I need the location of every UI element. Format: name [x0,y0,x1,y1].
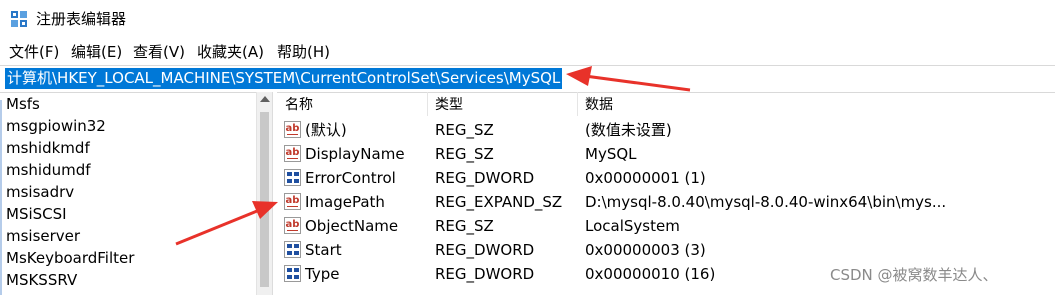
tree-item[interactable]: msgpiowin32 [6,116,106,136]
address-bar[interactable]: 计算机\HKEY_LOCAL_MACHINE\SYSTEM\CurrentCon… [0,65,1055,93]
tree-item[interactable]: mshidumdf [6,160,91,180]
tree-item[interactable]: MSKSSRV [6,270,77,290]
value-name: Type [305,265,340,283]
tree-item[interactable]: msisadrv [6,182,74,202]
value-row[interactable]: Start REG_DWORD 0x00000003 (3) [277,238,1055,262]
value-data: 0x00000003 (3) [585,241,706,259]
tree-item[interactable]: MSiSCSI [6,204,67,224]
scroll-up-arrow-icon[interactable] [260,96,270,102]
menu-bar: 文件(F) 编辑(E) 查看(V) 收藏夹(A) 帮助(H) [0,40,1055,64]
string-value-icon: ab [284,145,301,162]
value-name: ErrorControl [305,169,396,187]
column-divider[interactable] [577,92,578,116]
value-name: Start [305,241,342,259]
tree-item[interactable]: mshidkmdf [6,138,90,158]
column-divider[interactable] [427,92,428,116]
value-row[interactable]: ErrorControl REG_DWORD 0x00000001 (1) [277,166,1055,190]
value-row[interactable]: ab DisplayName REG_SZ MySQL [277,142,1055,166]
value-name: ImagePath [305,193,385,211]
tree-item[interactable]: msiserver [6,226,80,246]
column-header-name[interactable]: 名称 [285,95,313,115]
key-tree[interactable]: Msfs msgpiowin32 mshidkmdf mshidumdf msi… [0,92,258,295]
binary-value-icon [284,241,301,258]
value-row[interactable]: ab ObjectName REG_SZ LocalSystem [277,214,1055,238]
tree-item[interactable]: MsKeyboardFilter [6,248,134,268]
value-name: ObjectName [305,217,399,235]
column-header-type[interactable]: 类型 [435,95,463,115]
menu-help[interactable]: 帮助(H) [277,42,330,62]
menu-edit[interactable]: 编辑(E) [71,42,122,62]
column-header-data[interactable]: 数据 [585,95,613,115]
value-type: REG_EXPAND_SZ [435,193,563,211]
watermark: CSDN @被窝数羊达人、 [830,266,998,284]
value-type: REG_SZ [435,217,494,235]
value-data: D:\mysql-8.0.40\mysql-8.0.40-winx64\bin\… [585,193,947,211]
binary-value-icon [284,265,301,282]
title-bar: 注册表编辑器 [0,0,1055,38]
value-data: MySQL [585,145,637,163]
tree-scrollbar[interactable] [256,92,273,295]
value-row[interactable]: ab (默认) REG_SZ (数值未设置) [277,118,1055,142]
value-name: (默认) [305,121,347,139]
value-type: REG_SZ [435,121,494,139]
value-data: 0x00000010 (16) [585,265,716,283]
value-row[interactable]: ab ImagePath REG_EXPAND_SZ D:\mysql-8.0.… [277,190,1055,214]
window-title: 注册表编辑器 [36,10,127,28]
string-value-icon: ab [284,121,301,138]
tree-item[interactable]: Msfs [6,94,40,114]
value-type: REG_DWORD [435,169,535,187]
binary-value-icon [284,169,301,186]
menu-favorites[interactable]: 收藏夹(A) [197,42,264,62]
value-data: (数值未设置) [585,121,672,139]
value-type: REG_DWORD [435,265,535,283]
value-type: REG_DWORD [435,241,535,259]
value-type: REG_SZ [435,145,494,163]
address-path[interactable]: 计算机\HKEY_LOCAL_MACHINE\SYSTEM\CurrentCon… [5,68,563,89]
value-data: LocalSystem [585,217,680,235]
string-value-icon: ab [284,217,301,234]
menu-view[interactable]: 查看(V) [133,42,185,62]
value-data: 0x00000001 (1) [585,169,706,187]
menu-file[interactable]: 文件(F) [9,42,59,62]
string-value-icon: ab [284,193,301,210]
scrollbar-thumb[interactable] [260,112,269,287]
registry-editor-icon [11,11,27,27]
value-name: DisplayName [305,145,405,163]
